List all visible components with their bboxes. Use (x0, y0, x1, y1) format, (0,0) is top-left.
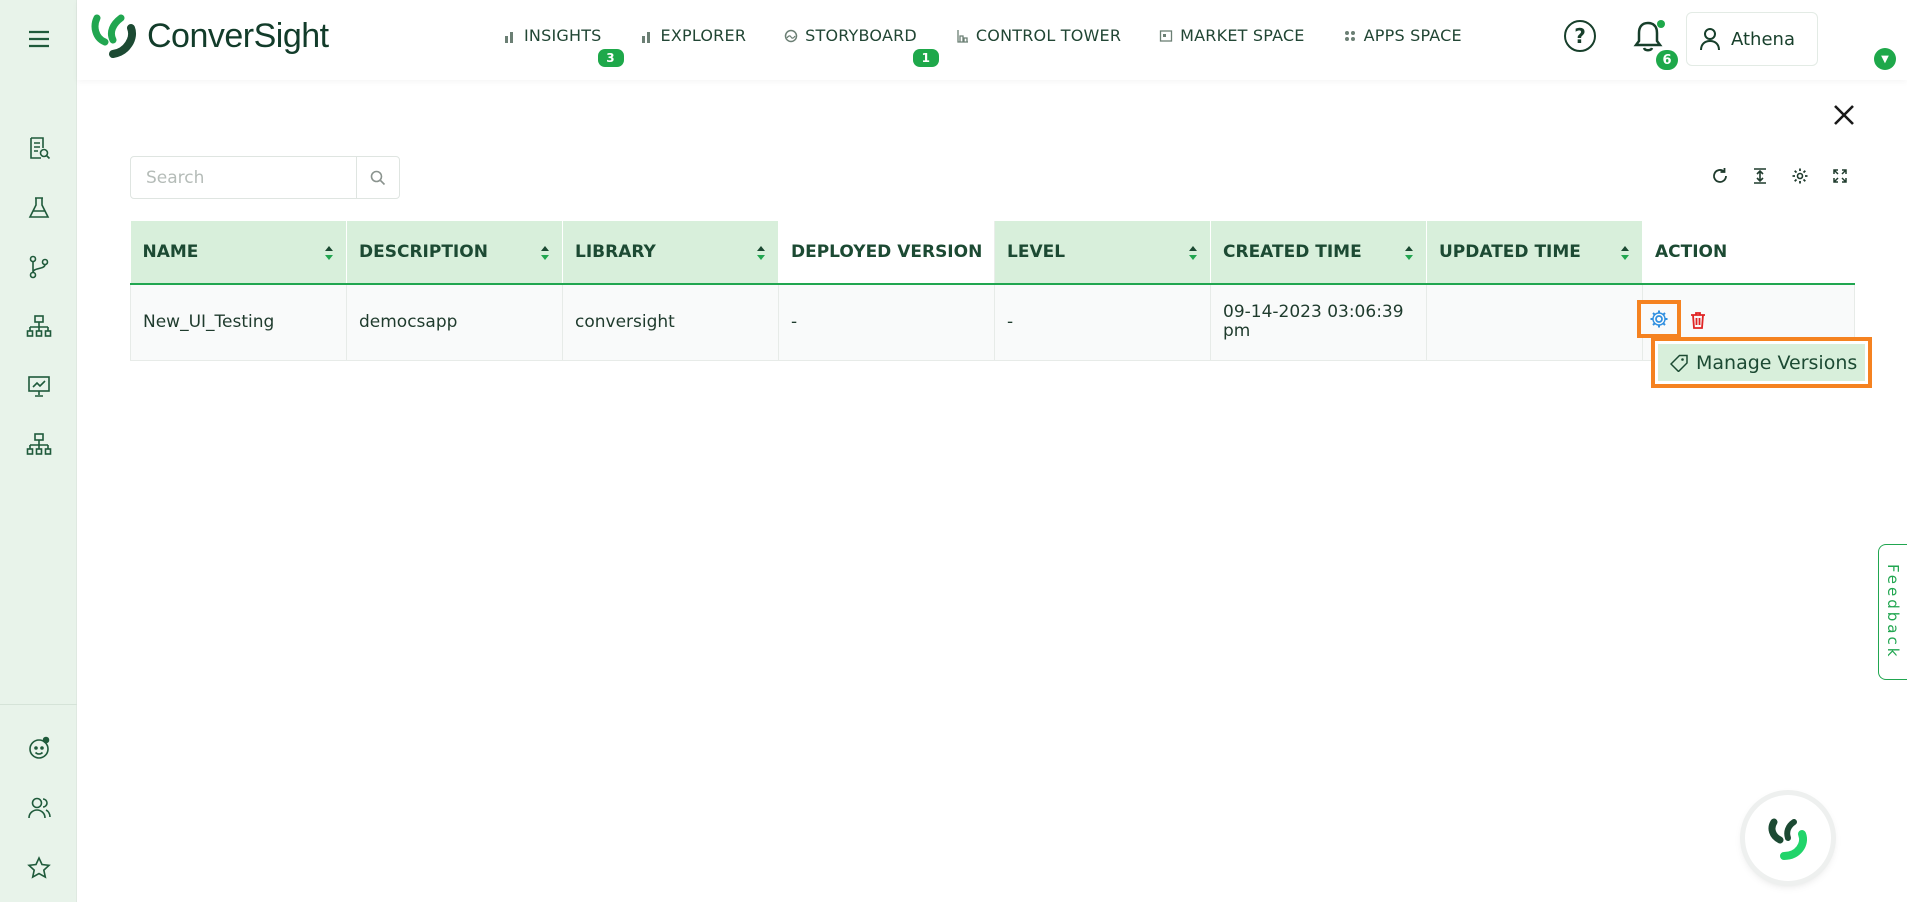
sort-icon[interactable] (324, 244, 334, 262)
chevron-down-icon[interactable]: ▼ (1874, 48, 1896, 70)
tag-icon (1670, 354, 1688, 372)
search-button[interactable] (357, 157, 399, 198)
storyboard-icon (784, 29, 798, 42)
sort-icon[interactable] (540, 244, 550, 262)
column-header-name[interactable]: NAME (130, 221, 347, 285)
apps-space-icon (1344, 30, 1355, 41)
search-icon (370, 170, 386, 185)
nav-storyboard-label: STORYBOARD (805, 26, 917, 45)
column-header-description[interactable]: DESCRIPTION (346, 221, 563, 285)
settings-icon[interactable] (1790, 166, 1810, 186)
cell-description: democsapp (346, 284, 563, 361)
sort-icon[interactable] (1404, 244, 1414, 262)
nav-explorer-label: EXPLORER (660, 26, 747, 45)
document-search-icon[interactable] (24, 133, 54, 163)
close-icon[interactable] (1829, 100, 1859, 130)
manage-versions-menu-item[interactable]: Manage Versions (1658, 344, 1865, 381)
users-icon[interactable] (24, 793, 54, 823)
column-header-created-time[interactable]: CREATED TIME (1210, 221, 1427, 285)
column-height-icon[interactable] (1750, 166, 1770, 186)
column-header-label: DEPLOYED VERSION (791, 242, 983, 262)
table-row[interactable]: New_UI_Testing democsapp conversight - -… (130, 284, 1855, 361)
search-input[interactable] (131, 157, 357, 198)
bot-face-icon[interactable] (24, 733, 54, 763)
table-header-row: NAME DESCRIPTION LIBRARY DEPLOYED VERSIO… (130, 221, 1855, 285)
notification-count-badge: 6 (1656, 50, 1678, 70)
column-header-updated-time[interactable]: UPDATED TIME (1426, 221, 1643, 285)
nav-market-space-label: MARKET SPACE (1180, 26, 1305, 45)
market-space-icon (1160, 29, 1173, 42)
branch-icon[interactable] (24, 252, 54, 282)
conversight-bot-icon (1768, 818, 1807, 860)
sidebar-divider (0, 704, 77, 705)
nav-apps-space-label: APPS SPACE (1363, 26, 1462, 45)
org-chart-icon[interactable] (24, 430, 54, 460)
column-header-label: ACTION (1655, 242, 1728, 262)
brand-name: ConverSight (147, 16, 329, 55)
fullscreen-icon[interactable] (1830, 166, 1850, 186)
help-icon[interactable]: ? (1564, 20, 1596, 52)
star-icon[interactable] (24, 853, 54, 883)
bar-chart-icon (505, 31, 513, 43)
column-header-label: LIBRARY (575, 242, 656, 262)
nav-storyboard[interactable]: STORYBOARD 1 (784, 26, 939, 67)
column-header-label: DESCRIPTION (359, 242, 488, 262)
data-table: NAME DESCRIPTION LIBRARY DEPLOYED VERSIO… (130, 221, 1855, 361)
flask-icon[interactable] (24, 193, 54, 223)
cell-deployed-version: - (778, 284, 995, 361)
cell-library: conversight (562, 284, 779, 361)
conversight-logo-icon (91, 14, 139, 58)
user-name: Athena (1731, 28, 1795, 50)
sidebar (0, 0, 77, 902)
column-header-label: UPDATED TIME (1439, 242, 1581, 262)
feedback-label: Feedback (1884, 564, 1902, 660)
column-header-label: LEVEL (1007, 242, 1066, 262)
cell-updated-time (1426, 284, 1643, 361)
sort-icon[interactable] (1620, 244, 1630, 262)
sort-icon[interactable] (1188, 244, 1198, 262)
nav-market-space[interactable]: MARKET SPACE (1159, 26, 1304, 45)
table-toolbar (1710, 166, 1850, 186)
brand-logo[interactable]: ConverSight (91, 14, 329, 58)
main-nav: INSIGHTS 3 EXPLORER STORYBOARD 1 CONTROL… (503, 26, 1500, 67)
manage-versions-label: Manage Versions (1696, 351, 1858, 374)
column-header-level[interactable]: LEVEL (994, 221, 1211, 285)
search-box (130, 156, 400, 199)
cell-name: New_UI_Testing (130, 284, 347, 361)
column-header-label: CREATED TIME (1223, 242, 1362, 262)
column-header-deployed-version: DEPLOYED VERSION (778, 221, 995, 285)
bar-chart-icon (641, 31, 650, 43)
hierarchy-icon[interactable] (24, 312, 54, 342)
user-menu[interactable]: Athena (1686, 12, 1818, 66)
column-header-action: ACTION (1642, 221, 1855, 285)
nav-insights[interactable]: INSIGHTS 3 (503, 26, 624, 67)
nav-apps-space[interactable]: APPS SPACE (1343, 26, 1462, 45)
user-icon (1700, 28, 1720, 51)
nav-control-tower[interactable]: CONTROL TOWER (955, 26, 1121, 45)
nav-explorer[interactable]: EXPLORER (640, 26, 747, 45)
refresh-icon[interactable] (1710, 166, 1730, 186)
sort-icon[interactable] (756, 244, 766, 262)
chatbot-button[interactable] (1745, 795, 1831, 881)
notification-dot (1657, 20, 1665, 28)
gear-icon (1650, 310, 1668, 328)
cell-level: - (994, 284, 1211, 361)
presentation-chart-icon[interactable] (24, 371, 54, 401)
row-settings-button[interactable] (1637, 300, 1681, 338)
cell-created-time: 09-14-2023 03:06:39 pm (1210, 284, 1427, 361)
row-action-menu: Manage Versions (1651, 337, 1872, 388)
hamburger-menu-icon[interactable] (24, 24, 54, 54)
feedback-tab[interactable]: Feedback (1878, 544, 1907, 680)
nav-control-tower-label: CONTROL TOWER (975, 26, 1122, 45)
column-header-library[interactable]: LIBRARY (562, 221, 779, 285)
control-tower-icon (957, 29, 968, 43)
trash-icon[interactable] (1688, 310, 1708, 330)
column-header-label: NAME (142, 242, 199, 262)
nav-insights-badge: 3 (597, 49, 624, 67)
nav-insights-label: INSIGHTS (524, 26, 602, 45)
nav-storyboard-badge: 1 (912, 49, 939, 67)
